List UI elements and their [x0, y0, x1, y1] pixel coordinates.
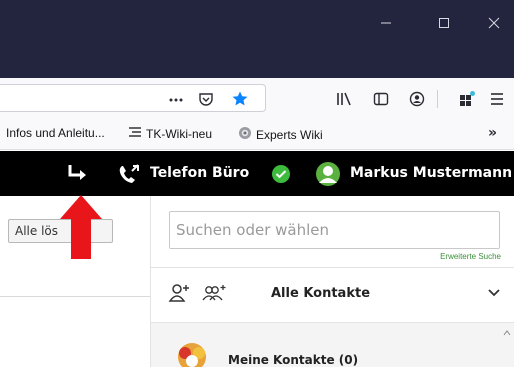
- bookmark-label: Experts Wiki: [256, 127, 323, 142]
- call-forward-icon[interactable]: [64, 163, 92, 185]
- menu-icon[interactable]: [486, 88, 508, 110]
- wiki-icon: [128, 126, 142, 141]
- scroll-up-icon[interactable]: [503, 329, 511, 337]
- chevron-down-icon[interactable]: [485, 284, 503, 302]
- app-header: Telefon Büro Markus Mustermann: [0, 151, 514, 196]
- user-avatar-icon[interactable]: [315, 161, 341, 187]
- bookmark-experts-wiki[interactable]: Experts Wiki: [238, 126, 323, 143]
- pocket-icon[interactable]: [196, 89, 216, 109]
- sidebar-icon[interactable]: [370, 88, 392, 110]
- contacts-panel: Erweiterte Suche Alle Kontakte Meine Kon…: [151, 196, 514, 367]
- bookmark-star-icon[interactable]: [230, 89, 250, 109]
- url-bar[interactable]: [0, 84, 266, 112]
- page-actions-icon[interactable]: [166, 89, 186, 109]
- navigation-toolbar: [0, 78, 514, 118]
- account-icon[interactable]: [406, 88, 428, 110]
- advanced-search-link[interactable]: Erweiterte Suche: [440, 252, 501, 261]
- bookmark-infos[interactable]: Infos und Anleitu...: [6, 126, 105, 140]
- phone-icon[interactable]: [116, 162, 142, 186]
- contact-group-row[interactable]: Meine Kontakte (0): [151, 323, 514, 367]
- maximize-icon: [439, 18, 449, 28]
- phone-line-label[interactable]: Telefon Büro: [150, 165, 249, 181]
- close-button[interactable]: [474, 10, 514, 36]
- minimize-button[interactable]: [366, 10, 406, 36]
- search-input[interactable]: [169, 211, 500, 249]
- minimize-icon: [381, 22, 391, 24]
- bookmarks-overflow-button[interactable]: »: [488, 125, 497, 141]
- bookmark-label: Infos und Anleitu...: [6, 126, 105, 140]
- red-arrow-annotation: [60, 195, 102, 259]
- add-contact-icon[interactable]: [167, 282, 193, 304]
- contact-group-label: Meine Kontakte (0): [228, 353, 359, 367]
- bookmarks-toolbar: Infos und Anleitu... TK-Wiki-neu Experts…: [0, 118, 514, 150]
- contacts-filter-label[interactable]: Alle Kontakte: [271, 286, 370, 301]
- library-icon[interactable]: [334, 88, 356, 110]
- extension-icon[interactable]: [456, 88, 478, 110]
- add-group-icon[interactable]: [201, 282, 229, 304]
- bookmark-label: TK-Wiki-neu: [146, 126, 213, 141]
- user-name[interactable]: Markus Mustermann: [350, 165, 512, 181]
- maximize-button[interactable]: [424, 10, 464, 36]
- contacts-group-icon: [171, 339, 213, 367]
- bookmark-tk-wiki[interactable]: TK-Wiki-neu: [128, 126, 212, 141]
- contacts-filter-bar: Alle Kontakte: [151, 268, 514, 322]
- globe-icon: [238, 126, 252, 143]
- toolbar-separator: [437, 90, 438, 108]
- left-divider: [0, 296, 150, 297]
- status-online-icon: [271, 164, 291, 184]
- window-title-bar: [0, 0, 514, 78]
- close-icon: [488, 17, 500, 29]
